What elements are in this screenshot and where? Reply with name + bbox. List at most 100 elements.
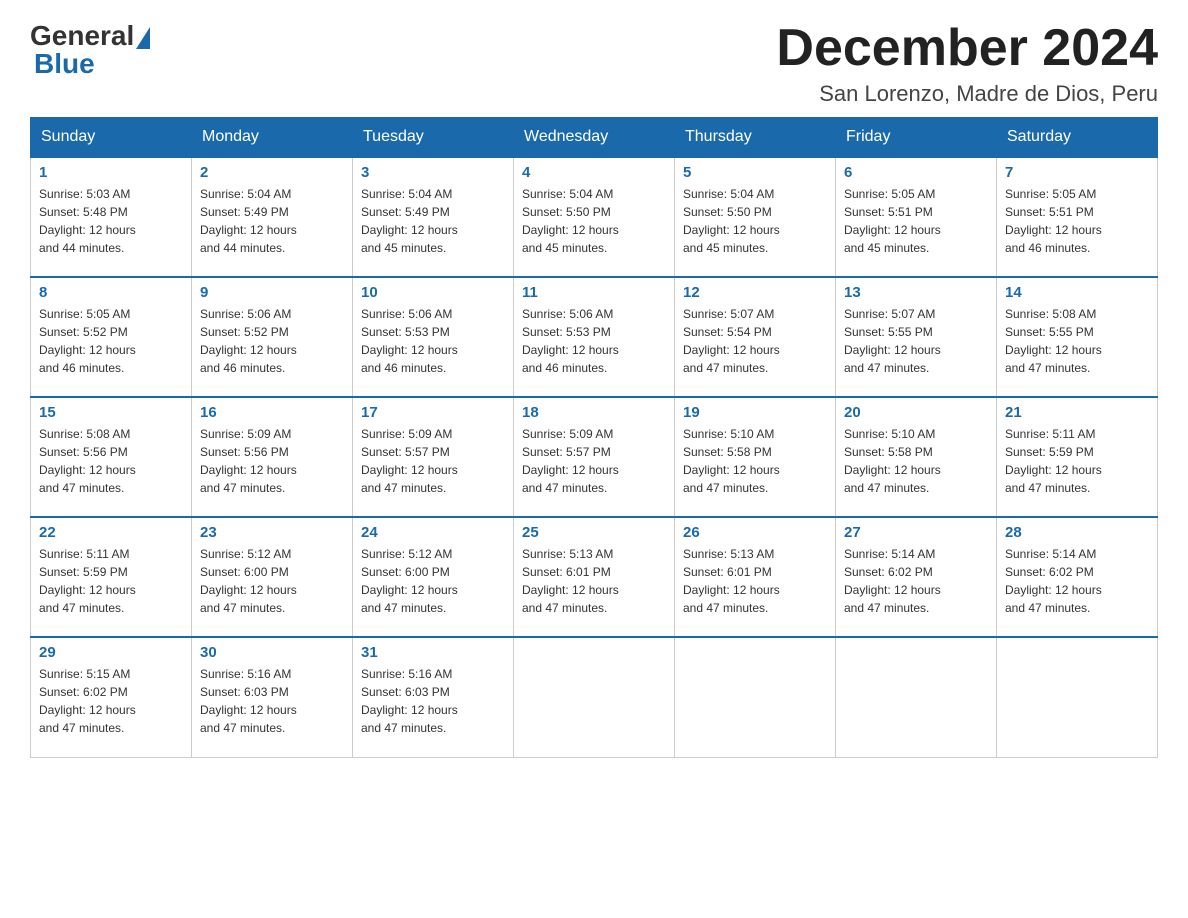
month-title: December 2024 — [776, 20, 1158, 77]
day-cell-11: 11 Sunrise: 5:06 AMSunset: 5:53 PMDayligh… — [514, 277, 675, 397]
day-cell-5: 5 Sunrise: 5:04 AMSunset: 5:50 PMDaylight… — [675, 157, 836, 277]
day-number: 10 — [361, 284, 505, 301]
day-number: 28 — [1005, 524, 1149, 541]
day-header-thursday: Thursday — [675, 118, 836, 158]
day-cell-18: 18 Sunrise: 5:09 AMSunset: 5:57 PMDayligh… — [514, 397, 675, 517]
logo: General Blue — [30, 20, 150, 80]
day-info: Sunrise: 5:11 AMSunset: 5:59 PMDaylight:… — [39, 545, 183, 617]
day-info: Sunrise: 5:14 AMSunset: 6:02 PMDaylight:… — [1005, 545, 1149, 617]
page-header: General Blue December 2024 San Lorenzo, … — [30, 20, 1158, 107]
day-cell-29: 29 Sunrise: 5:15 AMSunset: 6:02 PMDayligh… — [31, 637, 192, 757]
day-header-sunday: Sunday — [31, 118, 192, 158]
day-header-wednesday: Wednesday — [514, 118, 675, 158]
day-cell-8: 8 Sunrise: 5:05 AMSunset: 5:52 PMDaylight… — [31, 277, 192, 397]
day-number: 15 — [39, 404, 183, 421]
day-cell-12: 12 Sunrise: 5:07 AMSunset: 5:54 PMDayligh… — [675, 277, 836, 397]
day-cell-31: 31 Sunrise: 5:16 AMSunset: 6:03 PMDayligh… — [353, 637, 514, 757]
day-info: Sunrise: 5:16 AMSunset: 6:03 PMDaylight:… — [200, 665, 344, 737]
day-number: 5 — [683, 164, 827, 181]
week-row-1: 1 Sunrise: 5:03 AMSunset: 5:48 PMDaylight… — [31, 157, 1158, 277]
day-info: Sunrise: 5:06 AMSunset: 5:52 PMDaylight:… — [200, 305, 344, 377]
day-number: 27 — [844, 524, 988, 541]
day-info: Sunrise: 5:12 AMSunset: 6:00 PMDaylight:… — [361, 545, 505, 617]
day-number: 25 — [522, 524, 666, 541]
empty-cell — [675, 637, 836, 757]
day-info: Sunrise: 5:05 AMSunset: 5:51 PMDaylight:… — [1005, 185, 1149, 257]
day-info: Sunrise: 5:14 AMSunset: 6:02 PMDaylight:… — [844, 545, 988, 617]
day-cell-9: 9 Sunrise: 5:06 AMSunset: 5:52 PMDaylight… — [192, 277, 353, 397]
day-info: Sunrise: 5:13 AMSunset: 6:01 PMDaylight:… — [522, 545, 666, 617]
day-cell-28: 28 Sunrise: 5:14 AMSunset: 6:02 PMDayligh… — [997, 517, 1158, 637]
day-number: 16 — [200, 404, 344, 421]
day-number: 24 — [361, 524, 505, 541]
day-cell-27: 27 Sunrise: 5:14 AMSunset: 6:02 PMDayligh… — [836, 517, 997, 637]
week-row-2: 8 Sunrise: 5:05 AMSunset: 5:52 PMDaylight… — [31, 277, 1158, 397]
day-info: Sunrise: 5:09 AMSunset: 5:57 PMDaylight:… — [361, 425, 505, 497]
day-number: 23 — [200, 524, 344, 541]
week-row-3: 15 Sunrise: 5:08 AMSunset: 5:56 PMDayligh… — [31, 397, 1158, 517]
week-row-5: 29 Sunrise: 5:15 AMSunset: 6:02 PMDayligh… — [31, 637, 1158, 757]
day-number: 22 — [39, 524, 183, 541]
day-info: Sunrise: 5:04 AMSunset: 5:49 PMDaylight:… — [361, 185, 505, 257]
day-cell-6: 6 Sunrise: 5:05 AMSunset: 5:51 PMDaylight… — [836, 157, 997, 277]
day-number: 1 — [39, 164, 183, 181]
day-cell-17: 17 Sunrise: 5:09 AMSunset: 5:57 PMDayligh… — [353, 397, 514, 517]
day-header-friday: Friday — [836, 118, 997, 158]
day-number: 9 — [200, 284, 344, 301]
day-number: 12 — [683, 284, 827, 301]
day-number: 29 — [39, 644, 183, 661]
logo-blue-text: Blue — [34, 48, 150, 80]
day-info: Sunrise: 5:04 AMSunset: 5:50 PMDaylight:… — [683, 185, 827, 257]
day-cell-1: 1 Sunrise: 5:03 AMSunset: 5:48 PMDaylight… — [31, 157, 192, 277]
day-info: Sunrise: 5:07 AMSunset: 5:54 PMDaylight:… — [683, 305, 827, 377]
title-area: December 2024 San Lorenzo, Madre de Dios… — [776, 20, 1158, 107]
day-info: Sunrise: 5:15 AMSunset: 6:02 PMDaylight:… — [39, 665, 183, 737]
day-number: 7 — [1005, 164, 1149, 181]
day-number: 26 — [683, 524, 827, 541]
day-info: Sunrise: 5:08 AMSunset: 5:56 PMDaylight:… — [39, 425, 183, 497]
day-number: 30 — [200, 644, 344, 661]
day-number: 11 — [522, 284, 666, 301]
day-cell-10: 10 Sunrise: 5:06 AMSunset: 5:53 PMDayligh… — [353, 277, 514, 397]
day-cell-20: 20 Sunrise: 5:10 AMSunset: 5:58 PMDayligh… — [836, 397, 997, 517]
day-cell-26: 26Sunrise: 5:13 AMSunset: 6:01 PMDayligh… — [675, 517, 836, 637]
day-cell-16: 16Sunrise: 5:09 AMSunset: 5:56 PMDayligh… — [192, 397, 353, 517]
day-info: Sunrise: 5:06 AMSunset: 5:53 PMDaylight:… — [361, 305, 505, 377]
day-number: 3 — [361, 164, 505, 181]
day-number: 18 — [522, 404, 666, 421]
day-number: 4 — [522, 164, 666, 181]
day-number: 21 — [1005, 404, 1149, 421]
day-info: Sunrise: 5:05 AMSunset: 5:51 PMDaylight:… — [844, 185, 988, 257]
day-cell-22: 22 Sunrise: 5:11 AMSunset: 5:59 PMDayligh… — [31, 517, 192, 637]
day-header-monday: Monday — [192, 118, 353, 158]
week-row-4: 22 Sunrise: 5:11 AMSunset: 5:59 PMDayligh… — [31, 517, 1158, 637]
day-number: 2 — [200, 164, 344, 181]
day-info: Sunrise: 5:05 AMSunset: 5:52 PMDaylight:… — [39, 305, 183, 377]
day-info: Sunrise: 5:03 AMSunset: 5:48 PMDaylight:… — [39, 185, 183, 257]
day-number: 13 — [844, 284, 988, 301]
empty-cell — [997, 637, 1158, 757]
day-cell-15: 15 Sunrise: 5:08 AMSunset: 5:56 PMDayligh… — [31, 397, 192, 517]
day-number: 6 — [844, 164, 988, 181]
day-header-saturday: Saturday — [997, 118, 1158, 158]
day-cell-7: 7 Sunrise: 5:05 AMSunset: 5:51 PMDaylight… — [997, 157, 1158, 277]
day-info: Sunrise: 5:10 AMSunset: 5:58 PMDaylight:… — [844, 425, 988, 497]
day-cell-19: 19Sunrise: 5:10 AMSunset: 5:58 PMDayligh… — [675, 397, 836, 517]
day-info: Sunrise: 5:04 AMSunset: 5:49 PMDaylight:… — [200, 185, 344, 257]
day-info: Sunrise: 5:16 AMSunset: 6:03 PMDaylight:… — [361, 665, 505, 737]
day-number: 20 — [844, 404, 988, 421]
day-number: 17 — [361, 404, 505, 421]
day-info: Sunrise: 5:09 AMSunset: 5:57 PMDaylight:… — [522, 425, 666, 497]
day-number: 31 — [361, 644, 505, 661]
day-cell-2: 2 Sunrise: 5:04 AMSunset: 5:49 PMDaylight… — [192, 157, 353, 277]
day-cell-14: 14Sunrise: 5:08 AMSunset: 5:55 PMDayligh… — [997, 277, 1158, 397]
day-info: Sunrise: 5:06 AMSunset: 5:53 PMDaylight:… — [522, 305, 666, 377]
day-info: Sunrise: 5:11 AMSunset: 5:59 PMDaylight:… — [1005, 425, 1149, 497]
day-cell-30: 30 Sunrise: 5:16 AMSunset: 6:03 PMDayligh… — [192, 637, 353, 757]
day-cell-23: 23 Sunrise: 5:12 AMSunset: 6:00 PMDayligh… — [192, 517, 353, 637]
day-number: 8 — [39, 284, 183, 301]
day-info: Sunrise: 5:08 AMSunset: 5:55 PMDaylight:… — [1005, 305, 1149, 377]
day-info: Sunrise: 5:12 AMSunset: 6:00 PMDaylight:… — [200, 545, 344, 617]
empty-cell — [514, 637, 675, 757]
day-cell-21: 21 Sunrise: 5:11 AMSunset: 5:59 PMDayligh… — [997, 397, 1158, 517]
